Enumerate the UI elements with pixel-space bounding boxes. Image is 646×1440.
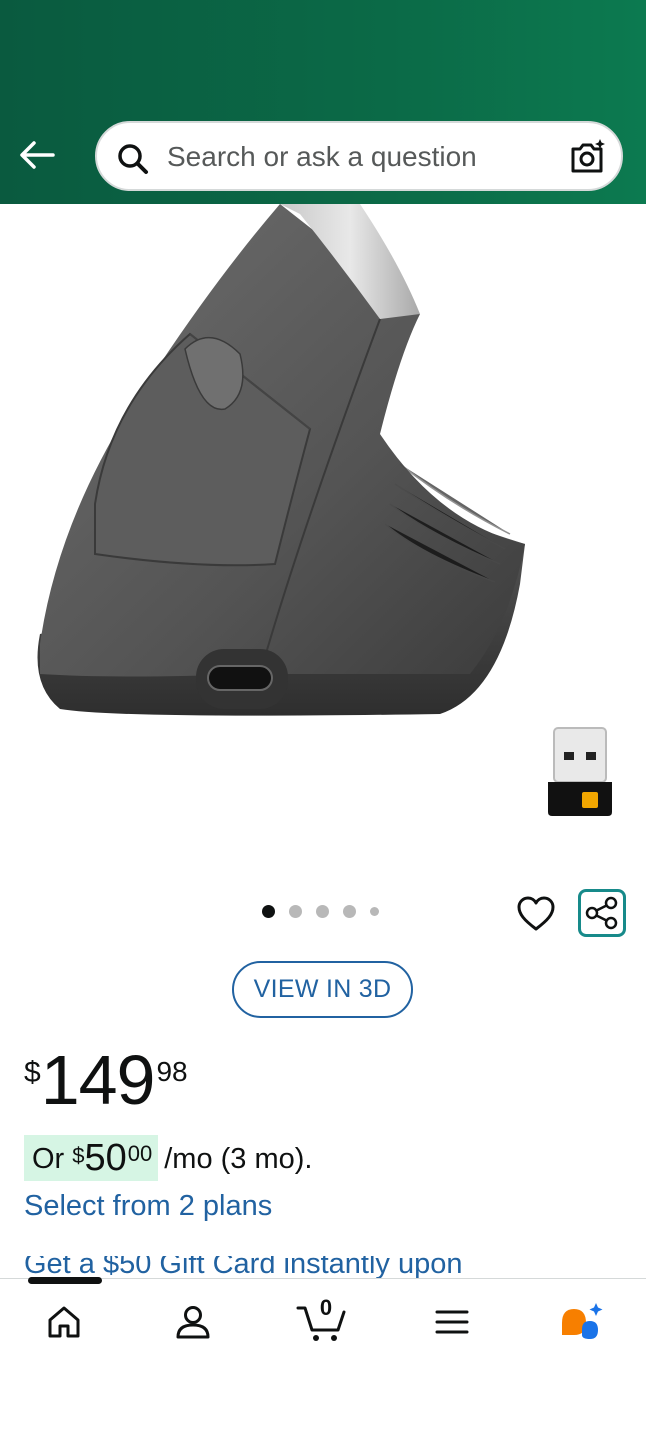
monthly-payment: Or $ 50 00 /mo (3 mo).: [24, 1135, 312, 1181]
nav-rufus[interactable]: [551, 1297, 611, 1347]
nav-cart[interactable]: 0: [292, 1295, 352, 1347]
active-tab-indicator: [28, 1277, 102, 1284]
product-price: $ 149 98: [24, 1040, 188, 1120]
carousel-dot[interactable]: [316, 905, 329, 918]
view-in-3d-button[interactable]: VIEW IN 3D: [232, 961, 413, 1018]
receiver-image: [548, 727, 612, 816]
account-icon: [176, 1306, 210, 1339]
select-plans-link[interactable]: Select from 2 plans: [24, 1190, 272, 1223]
carousel-dot[interactable]: [370, 907, 379, 916]
monthly-symbol: $: [72, 1143, 85, 1168]
bottom-nav-bar: 0: [0, 1277, 646, 1371]
search-bar[interactable]: [95, 121, 623, 191]
gift-card-link[interactable]: Get a $50 Gift Card instantly upon: [24, 1256, 462, 1278]
monthly-whole: 50: [84, 1137, 127, 1179]
price-symbol: $: [24, 1056, 41, 1089]
menu-icon: [435, 1310, 469, 1334]
back-arrow-icon: [20, 141, 55, 169]
cart-count-badge: 0: [319, 1295, 333, 1320]
carousel-dot[interactable]: [262, 905, 275, 918]
carousel-dot[interactable]: [289, 905, 302, 918]
carousel-dot[interactable]: [343, 905, 356, 918]
share-button[interactable]: [578, 889, 626, 937]
camera-search-icon[interactable]: [567, 137, 607, 177]
image-carousel-dots[interactable]: [262, 905, 379, 918]
monthly-fraction: 00: [127, 1141, 153, 1166]
monthly-or-label: Or: [32, 1143, 65, 1175]
price-whole: 149: [40, 1041, 156, 1119]
search-input[interactable]: [165, 123, 549, 191]
rufus-assistant-icon: [562, 1303, 603, 1339]
back-button[interactable]: [14, 132, 60, 178]
nav-menu[interactable]: [422, 1297, 482, 1347]
top-header: [0, 0, 646, 204]
monthly-suffix: /mo (3 mo).: [164, 1143, 313, 1175]
nav-home[interactable]: [34, 1297, 94, 1347]
search-icon: [118, 144, 148, 174]
monthly-price-highlight: Or $ 50 00: [24, 1135, 159, 1181]
share-icon: [585, 896, 618, 930]
home-icon: [48, 1306, 80, 1338]
wishlist-heart-icon[interactable]: [514, 892, 558, 936]
price-fraction: 98: [156, 1056, 188, 1087]
nav-account[interactable]: [163, 1297, 223, 1347]
gift-card-text: Get a $50 Gift Card instantly upon: [24, 1256, 463, 1278]
